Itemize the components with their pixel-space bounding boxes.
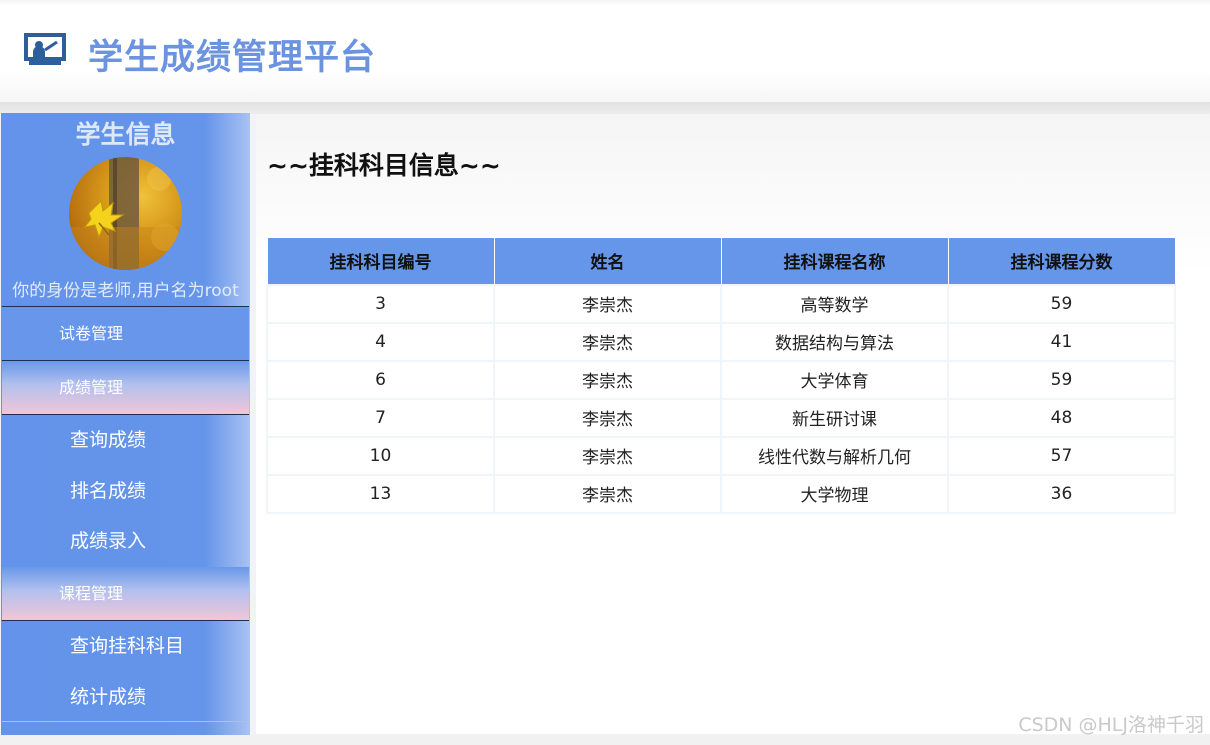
avatar[interactable] xyxy=(69,157,182,270)
cell-course-id: 7 xyxy=(266,397,495,438)
cell-course-id: 13 xyxy=(266,473,495,514)
cell-name: 李崇杰 xyxy=(493,359,722,400)
cell-name: 李崇杰 xyxy=(493,473,722,514)
submenu-query-grades[interactable]: 查询成绩 xyxy=(70,427,146,453)
top-header: 学生成绩管理平台 xyxy=(0,0,1210,104)
cell-name: 李崇杰 xyxy=(493,283,722,324)
page-title: ~~挂科科目信息~~ xyxy=(267,151,501,180)
cell-score: 59 xyxy=(947,359,1176,400)
cell-name: 李崇杰 xyxy=(493,321,722,362)
bottom-strip xyxy=(0,735,1210,745)
table-row[interactable]: 13 李崇杰 大学物理 36 xyxy=(266,473,1176,514)
cell-score: 59 xyxy=(947,283,1176,324)
cell-course-name: 线性代数与解析几何 xyxy=(720,435,949,476)
cell-score: 48 xyxy=(947,397,1176,438)
user-identity-text: 你的身份是老师,用户名为root xyxy=(12,281,239,301)
cell-name: 李崇杰 xyxy=(493,397,722,438)
cell-course-id: 10 xyxy=(266,435,495,476)
cell-course-name: 新生研讨课 xyxy=(720,397,949,438)
submenu-rank-grades[interactable]: 排名成绩 xyxy=(70,478,146,504)
submenu-statistics[interactable]: 统计成绩 xyxy=(70,684,146,710)
table-row[interactable]: 3 李崇杰 高等数学 59 xyxy=(266,283,1176,324)
cell-course-name: 大学体育 xyxy=(720,359,949,400)
cell-course-name: 数据结构与算法 xyxy=(720,321,949,362)
table-row[interactable]: 10 李崇杰 线性代数与解析几何 57 xyxy=(266,435,1176,476)
menu-course-management[interactable]: 课程管理 xyxy=(2,567,249,620)
submenu-enter-grades[interactable]: 成绩录入 xyxy=(70,528,146,554)
submenu-query-failed-courses[interactable]: 查询挂科科目 xyxy=(70,633,184,659)
table-row[interactable]: 7 李崇杰 新生研讨课 48 xyxy=(266,397,1176,438)
menu-grade-management[interactable]: 成绩管理 xyxy=(2,361,249,414)
main-content: ~~挂科科目信息~~ 挂科科目编号 姓名 挂科课程名称 挂科课程分数 3 李崇杰… xyxy=(256,114,1210,734)
app-title: 学生成绩管理平台 xyxy=(88,38,377,78)
table-row[interactable]: 4 李崇杰 数据结构与算法 41 xyxy=(266,321,1176,362)
sidebar: 学生信息 你的身份是老师,用户名为root 试卷管理 成绩管理 查询成绩 排名成… xyxy=(1,113,250,735)
column-header-course-name[interactable]: 挂科课程名称 xyxy=(720,237,949,285)
menu-exam-management[interactable]: 试卷管理 xyxy=(2,307,249,360)
table-header-row: 挂科科目编号 姓名 挂科课程名称 挂科课程分数 xyxy=(266,237,1176,285)
menu-divider xyxy=(2,721,249,722)
sidebar-title: 学生信息 xyxy=(75,120,176,149)
cell-score: 41 xyxy=(947,321,1176,362)
table-row[interactable]: 6 李崇杰 大学体育 59 xyxy=(266,359,1176,400)
cell-course-name: 大学物理 xyxy=(720,473,949,514)
column-header-name[interactable]: 姓名 xyxy=(493,237,722,285)
cell-score: 36 xyxy=(947,473,1176,514)
cell-course-name: 高等数学 xyxy=(720,283,949,324)
cell-course-id: 3 xyxy=(266,283,495,324)
column-header-course-id[interactable]: 挂科科目编号 xyxy=(266,237,495,285)
cell-course-id: 6 xyxy=(266,359,495,400)
cell-name: 李崇杰 xyxy=(493,435,722,476)
menu-divider xyxy=(2,620,249,621)
menu-divider xyxy=(2,414,249,415)
column-header-score[interactable]: 挂科课程分数 xyxy=(947,237,1176,285)
cell-course-id: 4 xyxy=(266,321,495,362)
failed-courses-table: 挂科科目编号 姓名 挂科课程名称 挂科课程分数 3 李崇杰 高等数学 59 4 … xyxy=(266,237,1176,514)
cell-score: 57 xyxy=(947,435,1176,476)
presentation-board-icon xyxy=(23,32,67,68)
